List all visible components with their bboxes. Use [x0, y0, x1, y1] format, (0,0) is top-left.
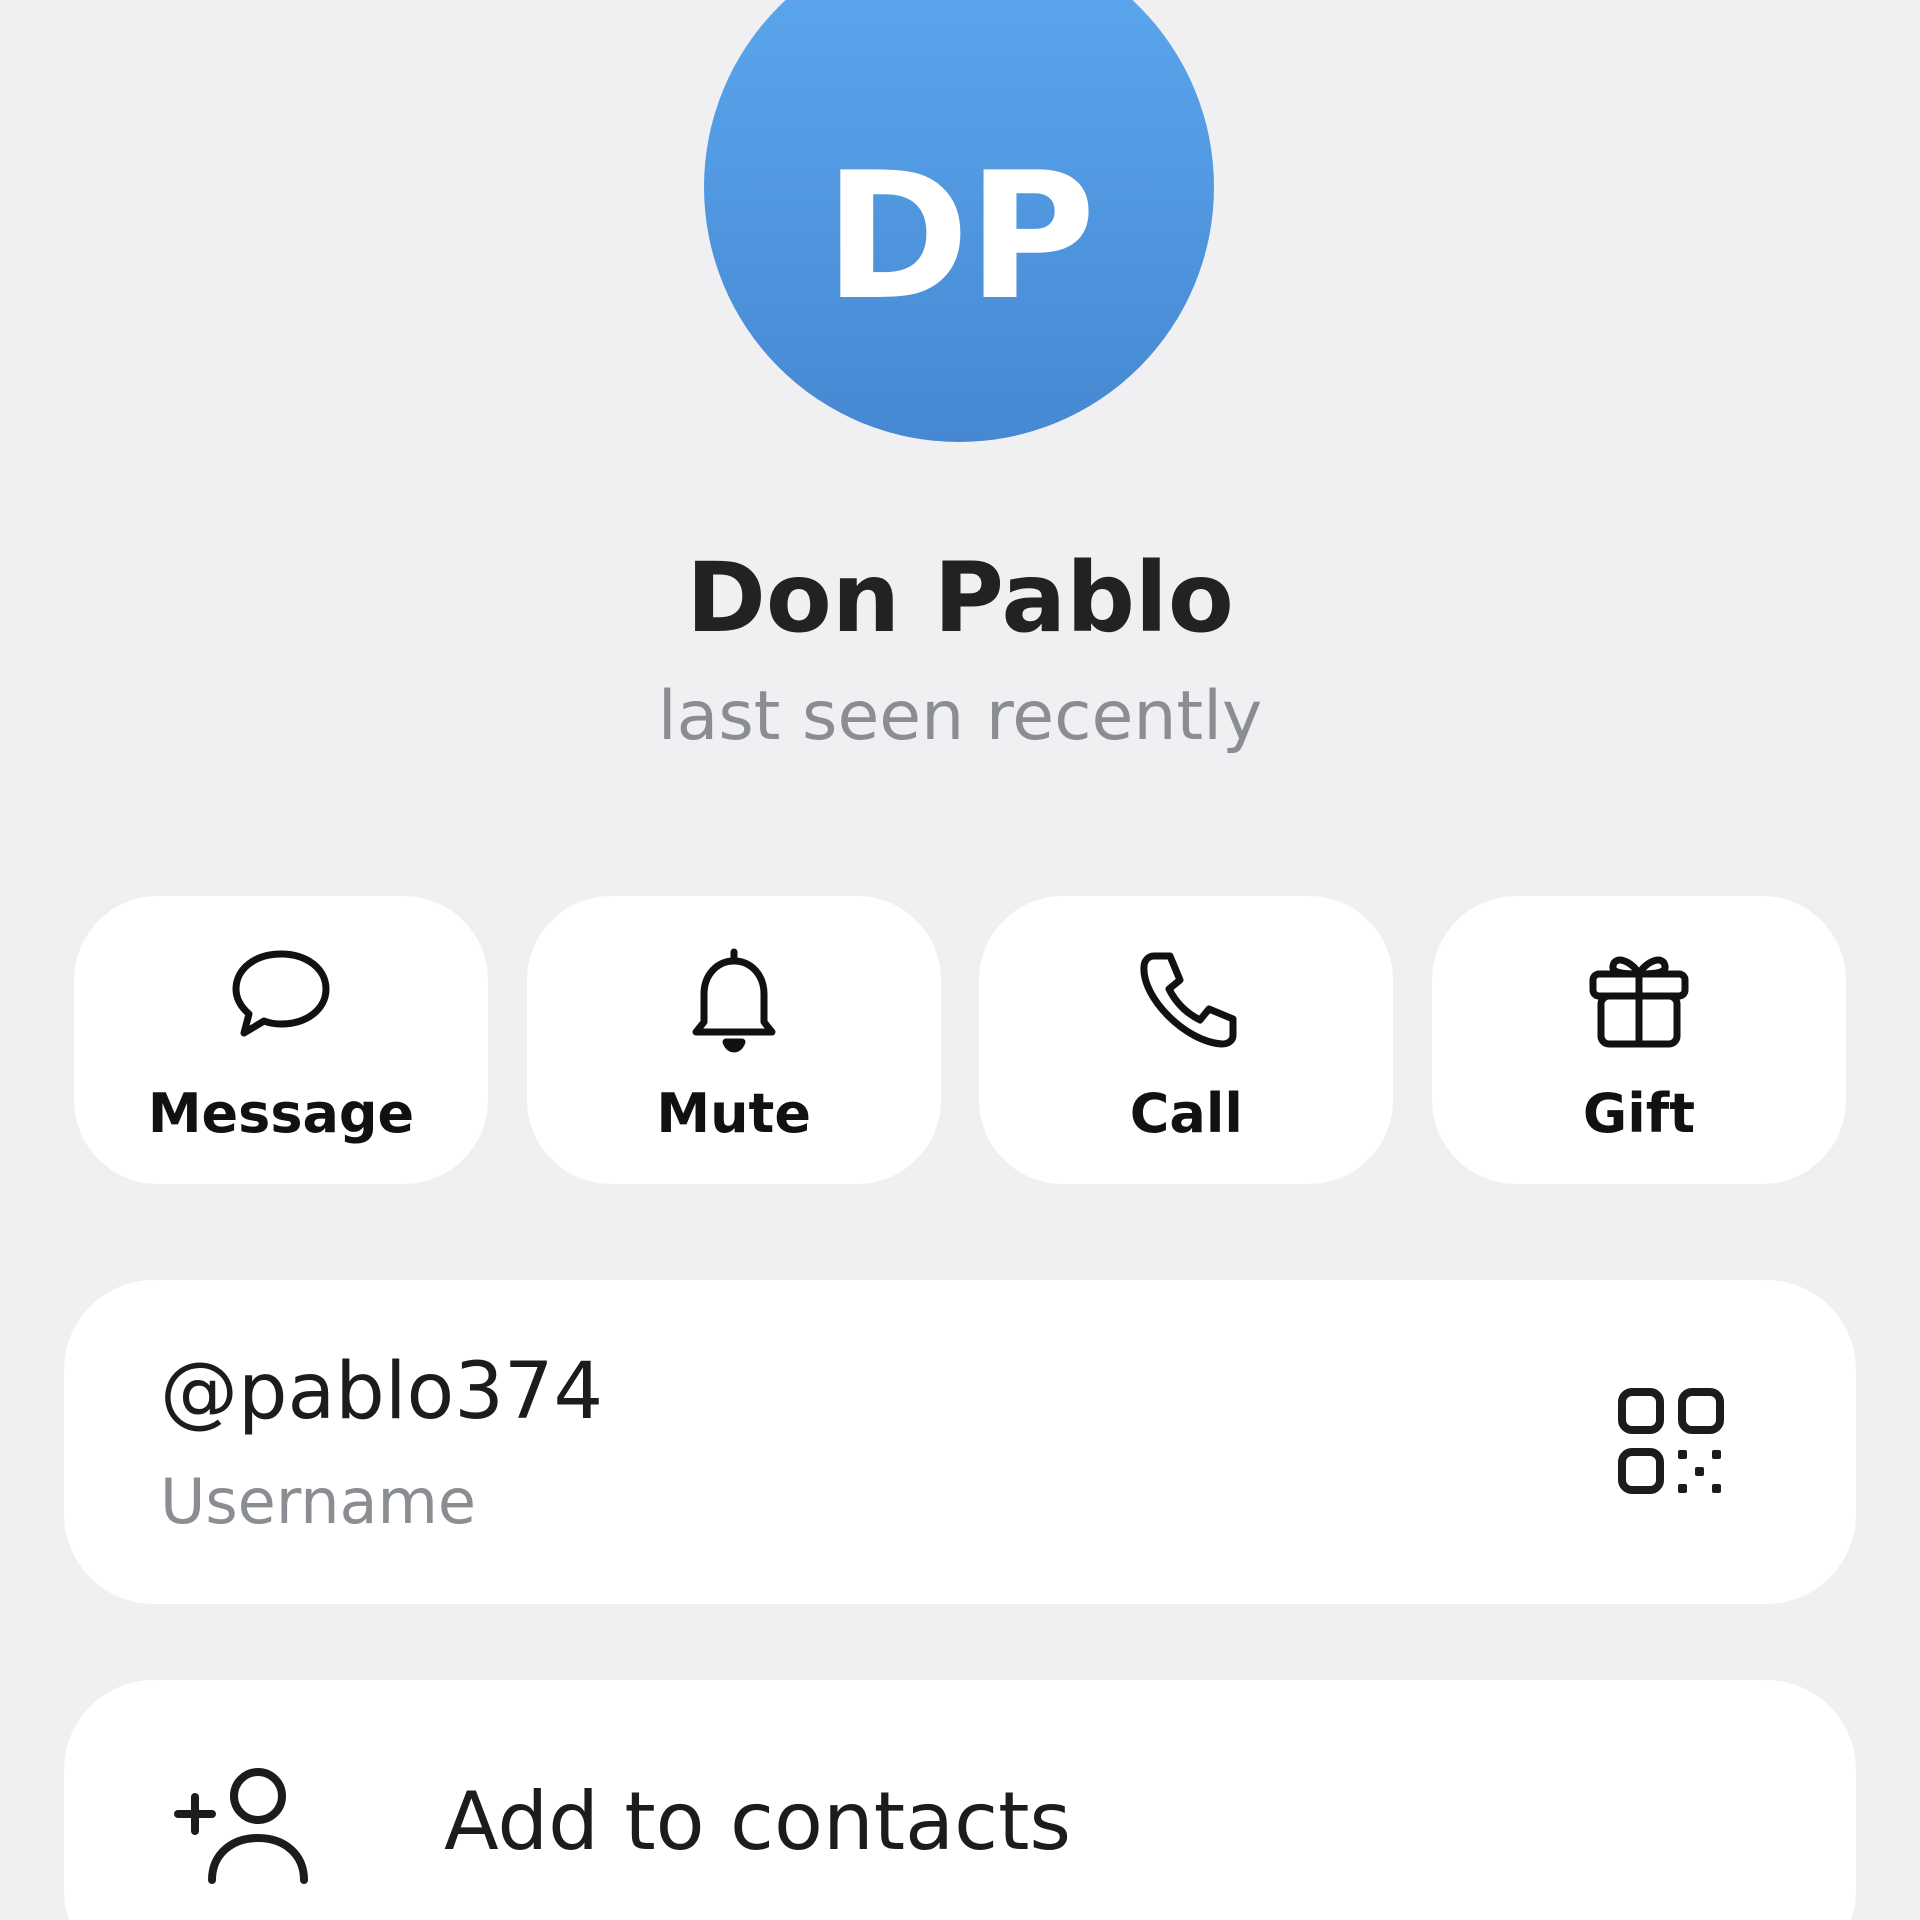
add-to-contacts-button[interactable]: Add to contacts: [64, 1680, 1856, 1920]
add-user-icon: [170, 1756, 310, 1896]
username-value[interactable]: @pablo374: [160, 1342, 603, 1442]
action-bar: Message Mute Call Gift: [74, 896, 1846, 1184]
call-button[interactable]: Call: [979, 896, 1394, 1184]
profile-status: last seen recently: [657, 677, 1263, 756]
bell-icon: [674, 938, 794, 1058]
phone-icon: [1126, 938, 1246, 1058]
gift-icon: [1579, 938, 1699, 1058]
profile-name: Don Pablo: [686, 542, 1234, 654]
message-label: Message: [147, 1082, 415, 1145]
profile-screen: DP Don Pablo last seen recently Message …: [0, 0, 1920, 1920]
avatar-initials: DP: [824, 135, 1096, 339]
avatar[interactable]: DP: [704, 0, 1214, 442]
username-card[interactable]: @pablo374 Username: [64, 1280, 1856, 1604]
gift-label: Gift: [1582, 1082, 1696, 1145]
qr-code-icon[interactable]: [1616, 1386, 1728, 1498]
call-label: Call: [1129, 1082, 1243, 1145]
chat-bubble-icon: [221, 938, 341, 1058]
username-label: Username: [160, 1465, 477, 1538]
mute-label: Mute: [656, 1082, 811, 1145]
gift-button[interactable]: Gift: [1431, 896, 1846, 1184]
message-button[interactable]: Message: [74, 896, 488, 1184]
mute-button[interactable]: Mute: [526, 896, 941, 1184]
add-to-contacts-label: Add to contacts: [444, 1775, 1072, 1868]
